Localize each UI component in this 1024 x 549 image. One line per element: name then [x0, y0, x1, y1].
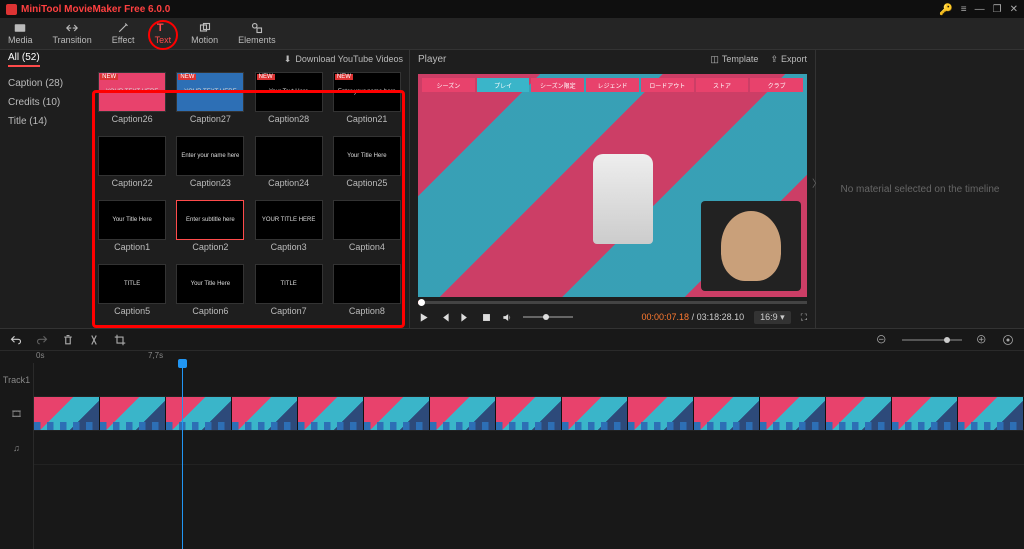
nav-transition[interactable]: Transition — [53, 22, 92, 45]
app-title: MiniTool MovieMaker Free 6.0.0 — [21, 4, 170, 15]
nav-elements[interactable]: Elements — [238, 22, 276, 45]
crop-icon[interactable] — [114, 334, 126, 346]
no-selection-text: No material selected on the timeline — [841, 184, 1000, 195]
nav-effect[interactable]: Effect — [112, 22, 135, 45]
playhead[interactable] — [182, 363, 183, 549]
titlebar: MiniTool MovieMaker Free 6.0.0 🔑 ≡ — ❐ ✕ — [0, 0, 1024, 18]
key-icon[interactable]: 🔑 — [939, 3, 953, 16]
download-icon: ⬇ — [284, 54, 292, 65]
total-time: 03:18:28.10 — [697, 312, 745, 322]
close-icon[interactable]: ✕ — [1010, 4, 1018, 15]
audio-track-icon[interactable]: ♫ — [0, 431, 33, 465]
minimize-icon[interactable]: — — [975, 4, 985, 15]
caption-thumb[interactable]: Caption4 — [331, 200, 403, 260]
caption-thumb[interactable]: Your Text HereNEWCaption28 — [253, 72, 325, 132]
play-icon[interactable] — [418, 312, 429, 323]
zoom-slider[interactable] — [902, 339, 962, 341]
player-title: Player — [418, 54, 446, 65]
caption-thumb[interactable]: YOUR TEXT HERENEWCaption27 — [174, 72, 246, 132]
nav-label: Transition — [53, 35, 92, 45]
cat-caption[interactable]: Caption (28) — [6, 74, 84, 93]
category-list: Caption (28) Credits (10) Title (14) — [0, 68, 90, 328]
cat-credits[interactable]: Credits (10) — [6, 93, 84, 112]
caption-thumb[interactable]: TITLECaption7 — [253, 264, 325, 324]
export-button[interactable]: ⇪ Export — [770, 54, 807, 65]
zoom-in-icon[interactable] — [976, 334, 988, 346]
caption-thumb[interactable]: Caption24 — [253, 136, 325, 196]
maximize-icon[interactable]: ❐ — [993, 4, 1002, 15]
menu-icon[interactable]: ≡ — [961, 4, 967, 15]
caption-thumb[interactable]: Your Title HereCaption6 — [174, 264, 246, 324]
caption-thumb[interactable]: Your Title HereCaption25 — [331, 136, 403, 196]
nav-label: Effect — [112, 35, 135, 45]
caption-thumb[interactable]: YOUR TITLE HERECaption3 — [253, 200, 325, 260]
caption-thumb[interactable]: Enter subtitle hereCaption2 — [174, 200, 246, 260]
volume-icon[interactable] — [502, 312, 513, 323]
nav-media[interactable]: Media — [8, 22, 33, 45]
timeline-panel: 0s 7,7s Track1 🎞 ♫ — [0, 328, 1024, 549]
fit-icon[interactable] — [1002, 334, 1014, 346]
delete-icon[interactable] — [62, 334, 74, 346]
nav-text[interactable]: T Text — [155, 22, 172, 45]
download-youtube-link[interactable]: ⬇ Download YouTube Videos — [284, 54, 403, 65]
caption-thumb[interactable]: Caption8 — [331, 264, 403, 324]
video-track-icon[interactable]: 🎞 — [0, 397, 33, 431]
main-toolbar: Media Transition Effect T Text Motion El… — [0, 18, 1024, 50]
template-button[interactable]: ◫ Template — [710, 54, 758, 65]
prev-frame-icon[interactable] — [439, 312, 450, 323]
player-panel: Player ◫ Template ⇪ Export シーズンプレイシーズン限定… — [410, 50, 816, 328]
thumbnail-grid: YOUR TEXT HERENEWCaption26YOUR TEXT HERE… — [90, 68, 409, 328]
text-icon: T — [157, 22, 169, 34]
assets-panel: All (52) ⬇ Download YouTube Videos Capti… — [0, 50, 410, 328]
properties-panel: 〉 No material selected on the timeline — [816, 50, 1024, 328]
caption-thumb[interactable]: Enter your name hereCaption23 — [174, 136, 246, 196]
caption-thumb[interactable]: Caption22 — [96, 136, 168, 196]
zoom-out-icon[interactable] — [876, 334, 888, 346]
tab-all[interactable]: All (52) — [8, 52, 40, 67]
nav-label: Elements — [238, 35, 276, 45]
split-icon[interactable] — [88, 334, 100, 346]
caption-thumb[interactable]: Enter your name hereNEWCaption21 — [331, 72, 403, 132]
current-time: 00:00:07.18 — [642, 312, 690, 322]
app-icon — [6, 4, 17, 15]
nav-label: Text — [155, 35, 172, 45]
caption-thumb[interactable]: Your Title HereCaption1 — [96, 200, 168, 260]
volume-slider[interactable] — [523, 316, 573, 318]
nav-label: Media — [8, 35, 33, 45]
next-frame-icon[interactable] — [460, 312, 471, 323]
stop-icon[interactable] — [481, 312, 492, 323]
nav-label: Motion — [191, 35, 218, 45]
cat-title[interactable]: Title (14) — [6, 112, 84, 131]
redo-icon[interactable] — [36, 334, 48, 346]
undo-icon[interactable] — [10, 334, 22, 346]
seek-bar[interactable] — [418, 301, 807, 304]
chevron-left-icon[interactable]: 〉 — [812, 175, 822, 190]
aspect-selector[interactable]: 16:9 ▾ — [754, 311, 791, 324]
track-label: Track1 — [0, 363, 33, 397]
caption-thumb[interactable]: YOUR TEXT HERENEWCaption26 — [96, 72, 168, 132]
fullscreen-icon[interactable]: ⛶ — [801, 312, 807, 323]
video-preview[interactable]: シーズンプレイシーズン限定レジェンドロードアウトストアクラブ — [418, 74, 807, 297]
nav-motion[interactable]: Motion — [191, 22, 218, 45]
caption-thumb[interactable]: TITLECaption5 — [96, 264, 168, 324]
